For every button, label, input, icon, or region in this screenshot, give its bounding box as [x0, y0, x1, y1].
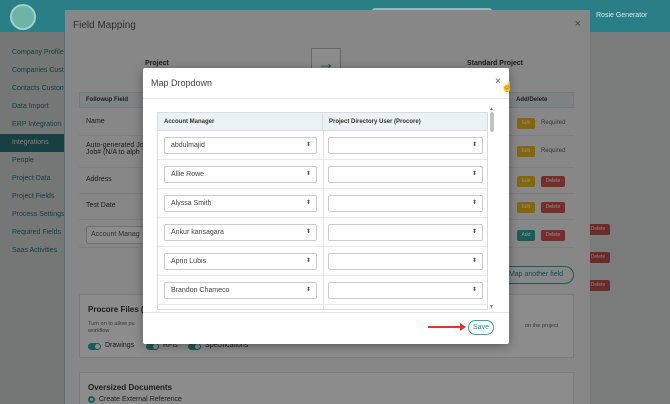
account-manager-select[interactable]: Allie Rowe ⬍ — [164, 166, 317, 183]
edit-button[interactable]: Edit — [517, 146, 535, 157]
table-row: Ankur kansagara ⬍ ⬍ — [158, 218, 487, 247]
select-arrow-icon: ⬍ — [471, 287, 477, 293]
actions-column-header: Add/Delete — [516, 97, 548, 103]
account-manager-select[interactable]: Brandon Chameco ⬍ — [164, 282, 317, 299]
account-manager-column-header: Account Manager — [158, 113, 323, 131]
add-button[interactable]: Add — [517, 230, 535, 241]
row-label: Auto-generated Jo Job# (N/A to alph — [86, 142, 144, 156]
header-divider — [143, 98, 509, 99]
table-row: Allie Rowe ⬍ ⬍ — [158, 160, 487, 189]
account-manager-select[interactable]: abdulmajid ⬍ — [164, 137, 317, 154]
sidebar-item-companies-custom[interactable]: Companies Cust... — [0, 62, 64, 80]
sidebar-item-erp-integration[interactable]: ERP Integration — [0, 116, 64, 134]
procore-files-description: Turn on to allow pu workflow — [88, 321, 135, 335]
oversized-documents-title: Oversized Documents — [88, 383, 173, 392]
save-button[interactable]: Save — [468, 320, 494, 335]
sidebar-item-process-settings[interactable]: Process Settings — [0, 206, 64, 224]
delete-button[interactable]: Delete — [541, 202, 565, 213]
sidebar-item-integrations[interactable]: Integrations — [0, 134, 64, 152]
select-arrow-icon: ⬍ — [471, 142, 477, 148]
table-row: abdulmajid ⬍ ⬍ — [158, 131, 487, 160]
procore-files-note: on the project — [525, 323, 559, 329]
user-menu[interactable]: Rosie Generator — [596, 12, 647, 19]
directory-user-select[interactable]: ⬍ — [328, 166, 483, 183]
map-another-field-button[interactable]: Map another field — [498, 266, 574, 284]
rfis-toggle[interactable] — [146, 343, 159, 350]
sidebar-item-project-data[interactable]: Project Data — [0, 170, 64, 188]
sidebar-item-people[interactable]: People — [0, 152, 64, 170]
select-arrow-icon: ⬍ — [471, 200, 477, 206]
select-value: abdulmajid — [171, 142, 205, 149]
field-mapping-title: Field Mapping — [73, 20, 136, 31]
delete-button[interactable]: Delete — [541, 176, 565, 187]
drawings-toggle[interactable] — [88, 343, 101, 350]
directory-user-select[interactable]: ⬍ — [328, 282, 483, 299]
select-arrow-icon: ⬍ — [305, 171, 311, 177]
select-value: Brandon Chameco — [171, 287, 230, 294]
edit-button[interactable]: Edit — [517, 176, 535, 187]
row-label: Name — [86, 118, 105, 125]
project-header: Project — [145, 60, 169, 67]
close-icon[interactable]: × — [495, 76, 501, 87]
scroll-down-icon[interactable]: ▼ — [489, 304, 494, 310]
sidebar-item-contacts-custom[interactable]: Contacts Custom... — [0, 80, 64, 98]
directory-user-select[interactable]: ⬍ — [328, 137, 483, 154]
select-arrow-icon: ⬍ — [471, 171, 477, 177]
drawings-label: Drawings — [105, 342, 135, 349]
select-arrow-icon: ⬍ — [305, 200, 311, 206]
directory-user-select[interactable]: ⬍ — [328, 253, 483, 270]
delete-button[interactable]: Delete — [541, 230, 565, 241]
account-manager-select[interactable]: Alyssa Smith ⬍ — [164, 195, 317, 212]
select-value: Alyssa Smith — [171, 200, 212, 207]
followup-column-header: Followup Field — [86, 97, 128, 103]
select-arrow-icon: ⬍ — [471, 258, 477, 264]
account-manager-field[interactable]: Account Manag — [86, 226, 146, 244]
specifications-toggle[interactable] — [188, 343, 201, 350]
map-dropdown-title: Map Dropdown — [151, 78, 213, 88]
settings-sidebar: Company Profile Companies Cust... Contac… — [0, 32, 64, 404]
select-arrow-icon: ⬍ — [305, 258, 311, 264]
map-dropdown-modal: Map Dropdown × ☝ Account Manager Project… — [143, 68, 513, 344]
scrollbar-thumb[interactable] — [490, 112, 494, 132]
sidebar-item-project-fields[interactable]: Project Fields — [0, 188, 64, 206]
app-logo[interactable] — [10, 4, 36, 30]
directory-user-select[interactable]: ⬍ — [328, 224, 483, 241]
sidebar-item-company-profile[interactable]: Company Profile — [0, 44, 64, 62]
table-scrollbar[interactable]: ▲ ▼ — [488, 106, 496, 312]
required-label: Required — [541, 120, 566, 126]
select-value: Allie Rowe — [171, 171, 205, 178]
account-manager-select[interactable]: Ankur kansagara ⬍ — [164, 224, 317, 241]
edit-button[interactable]: Edit — [517, 202, 535, 213]
oversized-documents-section: Oversized Documents Create External Refe… — [79, 372, 574, 404]
required-label: Required — [541, 148, 566, 154]
table-row: Brandon Chameco ⬍ ⬍ — [158, 276, 487, 305]
select-value: Ankur kansagara — [171, 229, 224, 236]
edit-button[interactable]: Edit — [517, 118, 535, 129]
red-annotation-arrow-icon — [428, 323, 466, 331]
select-arrow-icon: ⬍ — [305, 287, 311, 293]
create-external-reference-label: Create External Reference — [99, 396, 182, 403]
field-mapping-close-icon[interactable]: × — [575, 18, 581, 30]
create-external-reference-radio[interactable] — [88, 396, 95, 403]
select-arrow-icon: ⬍ — [305, 229, 311, 235]
background-right-panel: Delete Delete Delete — [586, 32, 670, 404]
sidebar-item-saas-activities[interactable]: Saas Activities — [0, 242, 64, 260]
row-label: Address — [86, 176, 112, 183]
directory-user-column-header: Project Directory User (Procore) — [323, 113, 487, 131]
standard-project-header: Standard Project — [467, 60, 524, 67]
table-row: Aprin Lubis ⬍ ⬍ — [158, 247, 487, 276]
select-value: Aprin Lubis — [171, 258, 207, 265]
sidebar-item-data-import[interactable]: Data Import — [0, 98, 64, 116]
sidebar-item-required-fields[interactable]: Required Fields — [0, 224, 64, 242]
mapping-table: Account Manager Project Directory User (… — [157, 112, 488, 310]
select-arrow-icon: ⬍ — [305, 142, 311, 148]
footer-divider — [143, 312, 509, 313]
table-row: Alyssa Smith ⬍ ⬍ — [158, 189, 487, 218]
row-label: Test Date — [86, 202, 116, 209]
hand-cursor-icon: ☝ — [501, 82, 514, 93]
select-arrow-icon: ⬍ — [471, 229, 477, 235]
directory-user-select[interactable]: ⬍ — [328, 195, 483, 212]
account-manager-select[interactable]: Aprin Lubis ⬍ — [164, 253, 317, 270]
